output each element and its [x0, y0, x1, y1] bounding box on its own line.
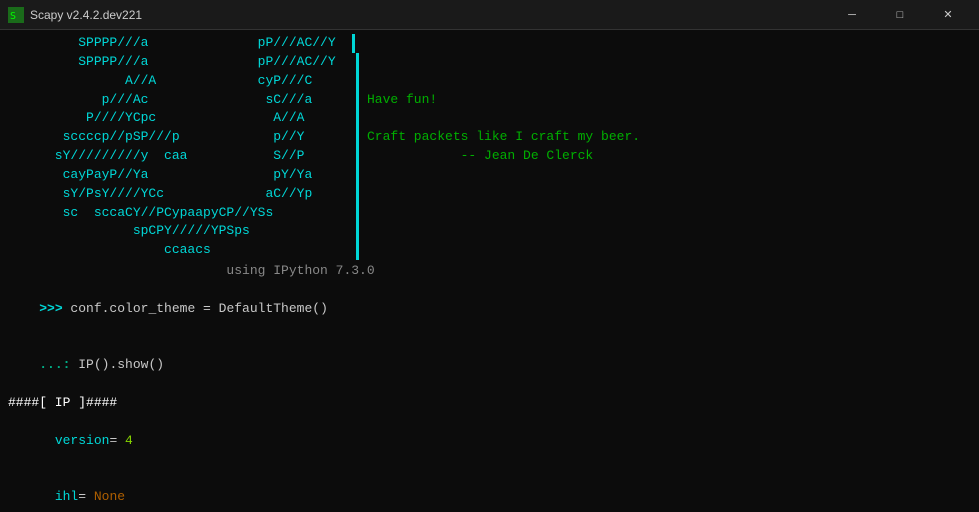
have-fun-line: Have fun! — [367, 91, 640, 110]
ascii-line-6: sY/////////y caa S//P — [8, 147, 348, 166]
field-version: version= 4 — [8, 413, 971, 470]
spacer-1 — [367, 53, 640, 72]
ascii-art-line-1: SPPPP///a pP///AC//Y — [8, 34, 971, 53]
author-line: -- Jean De Clerck — [367, 147, 640, 166]
ascii-line-9: sc sccaCY//PCypaapyCP//YSs — [8, 204, 348, 223]
field-ihl: ihl= None — [8, 469, 971, 512]
spacer-3 — [367, 109, 640, 128]
cmd-2: IP().show() — [70, 357, 164, 372]
spacer-2 — [367, 72, 640, 91]
hash-line: ####[ IP ]#### — [8, 394, 971, 413]
svg-text:S: S — [10, 11, 16, 22]
ascii-line-2: A//A cyP///C — [8, 72, 348, 91]
ascii-line-4: P////YCpc A//A — [8, 109, 348, 128]
window-title: Scapy v2.4.2.dev221 — [30, 8, 142, 22]
minimize-button[interactable]: ─ — [829, 0, 875, 30]
craft-line: Craft packets like I craft my beer. — [367, 128, 640, 147]
ascii-line-11: ccaacs — [8, 241, 348, 260]
cmd-1: conf.color_theme = DefaultTheme() — [63, 301, 328, 316]
ascii-and-panel: SPPPP///a pP///AC//Y A//A cyP///C p///Ac… — [8, 53, 971, 260]
title-bar: S Scapy v2.4.2.dev221 ─ □ ✕ — [0, 0, 979, 30]
command-line-2: ...: IP().show() — [8, 338, 971, 395]
ascii-line-8: sY/PsY////YCc aC//Yp — [8, 185, 348, 204]
ascii-line-3: p///Ac sC///a — [8, 91, 348, 110]
ascii-separator — [352, 34, 361, 53]
ascii-line-1: SPPPP///a pP///AC//Y — [8, 53, 348, 72]
app-icon: S — [8, 7, 24, 23]
terminal: SPPPP///a pP///AC//Y SPPPP///a pP///AC//… — [0, 30, 979, 512]
ascii-line-5: sccccp//pSP///p p//Y — [8, 128, 348, 147]
close-button[interactable]: ✕ — [925, 0, 971, 30]
ascii-line-7: cayPayP//Ya pY/Ya — [8, 166, 348, 185]
ascii-line-10: spCPY/////YPSps — [8, 222, 348, 241]
right-panel: Have fun! Craft packets like I craft my … — [356, 53, 640, 260]
ascii-left-1: SPPPP///a pP///AC//Y — [8, 34, 348, 53]
command-line-1: >>> conf.color_theme = DefaultTheme() — [8, 281, 971, 338]
window-controls: ─ □ ✕ — [829, 0, 971, 30]
ascii-block: SPPPP///a pP///AC//Y A//A cyP///C p///Ac… — [8, 53, 348, 260]
ipython-line: using IPython 7.3.0 — [8, 262, 971, 281]
prompt-1: >>> — [39, 301, 62, 316]
cont-prompt-1: ...: — [39, 357, 70, 372]
title-bar-left: S Scapy v2.4.2.dev221 — [8, 7, 142, 23]
maximize-button[interactable]: □ — [877, 0, 923, 30]
